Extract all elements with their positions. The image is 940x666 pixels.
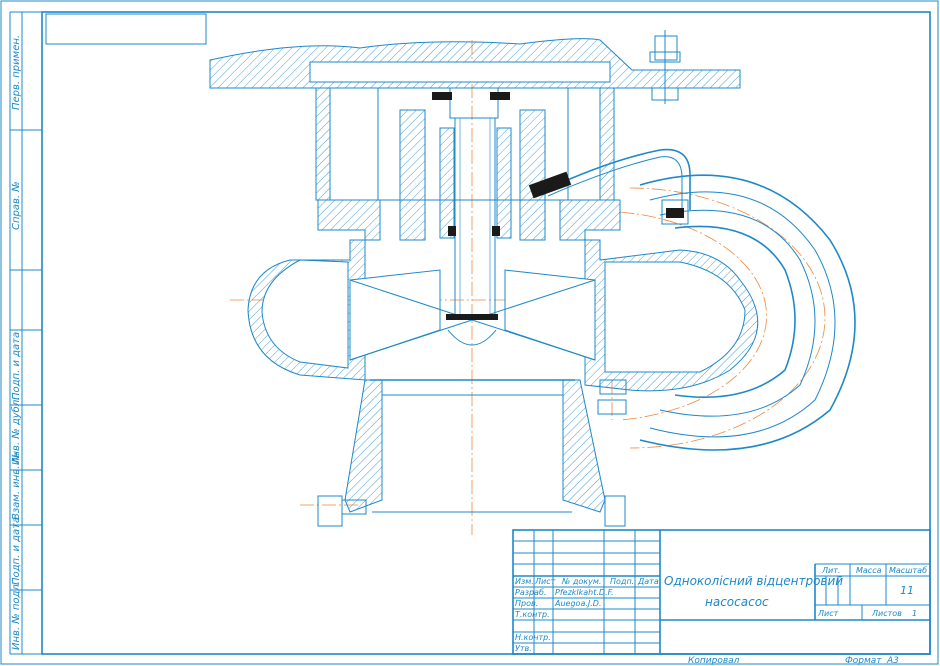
side-label-sprav: Справ. № bbox=[11, 181, 22, 230]
side-label-podp-data-2: Подп. и дата bbox=[11, 517, 22, 585]
role-tkontr: Т.контр. bbox=[515, 610, 550, 619]
side-text: Перв. примен. Справ. № Подп. и дата Инв.… bbox=[10, 35, 22, 650]
drawing-title-line1: Одноколісний відцентровий bbox=[664, 574, 843, 588]
title-block: Изм. Лист № докум. Подп. Дата Разраб. Pf… bbox=[512, 529, 931, 666]
side-label-podp-data: Подп. и дата bbox=[11, 332, 22, 400]
top-cover bbox=[209, 38, 741, 89]
hdr-izm: Изм. bbox=[515, 577, 534, 586]
top-bolt bbox=[649, 30, 681, 104]
role-utv: Утв. bbox=[515, 644, 532, 653]
role-nkontr: Н.контр. bbox=[515, 633, 551, 642]
name-prov: Auegoa.J.D. bbox=[554, 599, 602, 608]
sheets-value: 1 bbox=[912, 609, 917, 618]
kopiroval-label: Копировал bbox=[688, 656, 740, 666]
shaft bbox=[439, 117, 512, 319]
pump-drawing: Перв. примен. Справ. № Подп. и дата Инв.… bbox=[0, 0, 939, 666]
hdr-podp: Подп. bbox=[610, 577, 634, 586]
impeller bbox=[349, 269, 596, 361]
role-razrab: Разраб. bbox=[515, 588, 546, 597]
hdr-doc: № докум. bbox=[561, 577, 601, 586]
masshtab-label: Масштаб bbox=[889, 566, 927, 575]
hdr-list: Лист bbox=[534, 577, 556, 586]
drawing-title-line2: насосасос bbox=[705, 595, 769, 609]
side-label-vzam-inv: Взам. инв. № bbox=[11, 452, 22, 520]
massa-label: Масса bbox=[856, 566, 882, 575]
masshtab-value: 11 bbox=[900, 584, 914, 597]
format-label: Формат bbox=[845, 656, 882, 666]
lit-label: Лит. bbox=[821, 566, 840, 575]
suction-pipe bbox=[317, 379, 626, 527]
sheet-label: Лист bbox=[817, 609, 839, 618]
side-label-perv-primen: Перв. примен. bbox=[11, 35, 22, 110]
side-label-inv-podl: Инв. № подл. bbox=[11, 581, 22, 650]
format-value: А3 bbox=[886, 656, 899, 666]
hdr-data: Дата bbox=[637, 577, 659, 586]
sheets-label: Листов bbox=[871, 609, 902, 618]
sheet-frame bbox=[0, 0, 939, 665]
name-razrab: Pfezklkaht.D.F. bbox=[555, 588, 614, 597]
role-prov: Пров. bbox=[515, 599, 538, 608]
